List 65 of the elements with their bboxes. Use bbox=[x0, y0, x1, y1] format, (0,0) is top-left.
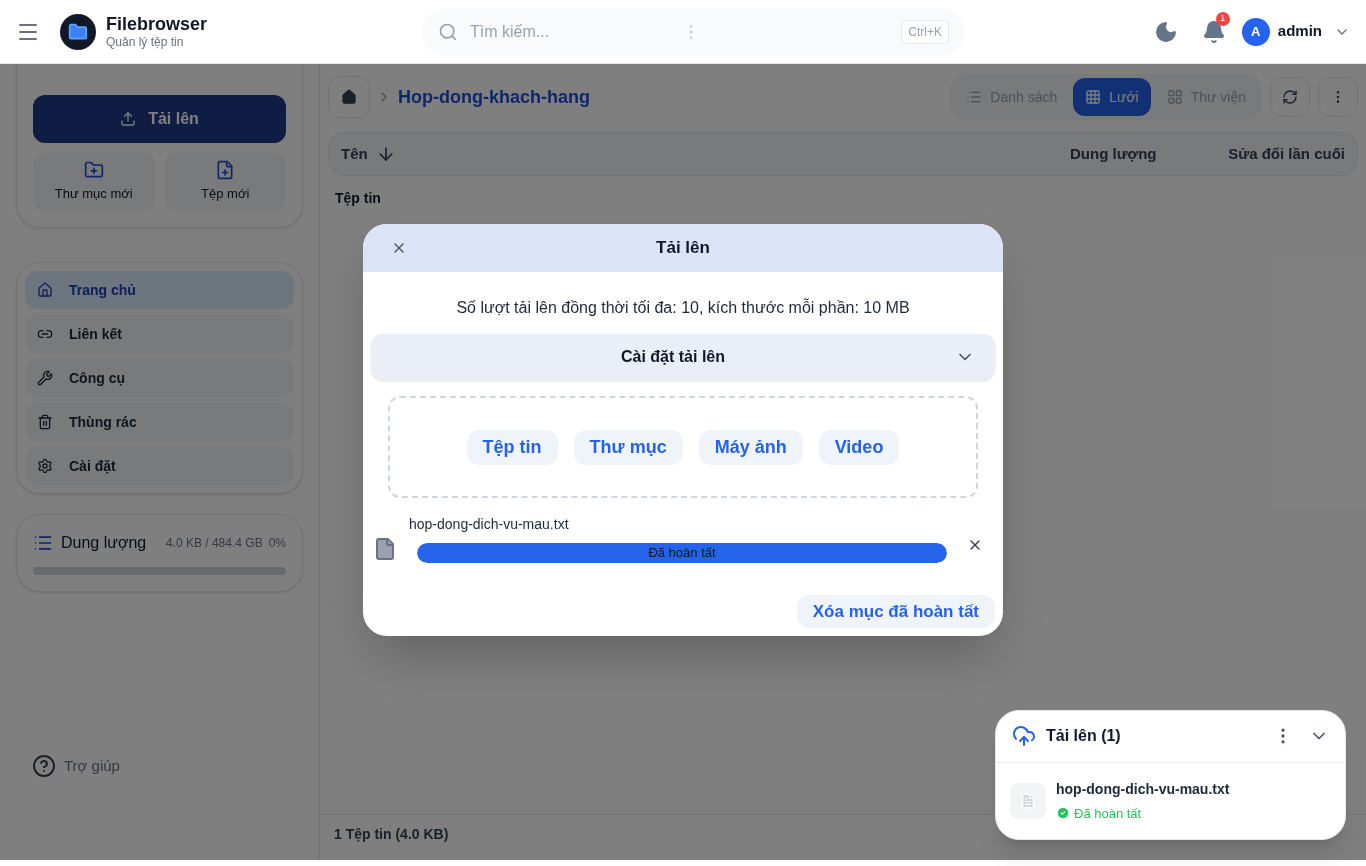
upload-icon bbox=[120, 111, 137, 127]
status-text: 1 Tệp tin (4.0 KB) bbox=[334, 825, 449, 844]
folder-plus-icon bbox=[83, 160, 104, 181]
storage-icon bbox=[33, 533, 53, 553]
column-header[interactable]: Dung lượng bbox=[1070, 142, 1220, 166]
storage-percent: 0% bbox=[268, 535, 286, 552]
list-icon bbox=[966, 89, 983, 105]
gallery-icon bbox=[1166, 89, 1183, 105]
file-icon bbox=[373, 536, 397, 561]
settings-accordion[interactable]: Cài đặt tải lên bbox=[371, 334, 995, 380]
dialog-title: Tải lên bbox=[656, 237, 710, 260]
file-plus-icon bbox=[215, 160, 236, 181]
check-icon bbox=[1056, 806, 1070, 821]
breadcrumb-link[interactable]: Hop-dong-khach-hang bbox=[398, 83, 590, 111]
nav-item[interactable]: Thùng rác bbox=[25, 403, 294, 441]
panel-title: Tải lên (1) bbox=[1046, 726, 1121, 747]
file-name: hop-dong-dich-vu-mau.txt bbox=[1056, 779, 1230, 799]
search-icon bbox=[438, 21, 459, 42]
home-button[interactable] bbox=[328, 76, 370, 118]
grid-icon bbox=[1085, 89, 1102, 105]
nav-item[interactable]: Trang chủ bbox=[25, 271, 294, 309]
user-avatar[interactable]: A bbox=[1241, 17, 1270, 46]
bell-icon[interactable] bbox=[1201, 19, 1226, 44]
nav-item[interactable]: Công cụ bbox=[25, 359, 294, 397]
notification-badge: 1 bbox=[1215, 11, 1230, 26]
app-logo bbox=[60, 13, 96, 50]
view-tab[interactable]: Lưới bbox=[1073, 78, 1151, 116]
clear-completed-button[interactable]: Xóa mục đã hoàn tất bbox=[796, 595, 995, 628]
refresh-button[interactable] bbox=[1270, 77, 1310, 117]
help-icon[interactable] bbox=[32, 754, 56, 778]
nav-item[interactable]: Cài đặt bbox=[25, 447, 294, 485]
moon-icon[interactable] bbox=[1153, 19, 1178, 44]
refresh-icon bbox=[1282, 89, 1298, 105]
search-input[interactable]: Tìm kiếm... bbox=[470, 19, 682, 44]
user-name[interactable]: admin bbox=[1277, 20, 1322, 43]
source-button[interactable]: Thư mục bbox=[573, 429, 683, 465]
help-link[interactable]: Trợ giúp bbox=[64, 754, 120, 778]
settings-icon bbox=[37, 458, 53, 474]
storage-usage: 4.0 KB / 484.4 GB bbox=[165, 535, 263, 552]
action-button[interactable]: Tệp mới bbox=[164, 153, 286, 211]
shortcut-key: Ctrl+K bbox=[901, 19, 950, 44]
upload-button[interactable]: Tải lên bbox=[33, 95, 286, 143]
action-button[interactable]: Thư mục mới bbox=[33, 153, 155, 211]
upload-limits-text: Số lượt tải lên đồng thời tối đa: 10, kích thước mỗi phần: 10 MB bbox=[455, 297, 911, 318]
home-icon bbox=[341, 89, 357, 105]
file-thumbnail bbox=[1010, 782, 1046, 819]
file-name: hop-dong-dich-vu-mau.txt bbox=[409, 515, 570, 534]
cloud-upload-icon bbox=[1012, 724, 1036, 749]
trash-icon bbox=[37, 414, 53, 430]
search-bar[interactable]: Tìm kiếm... Ctrl+K bbox=[422, 7, 966, 56]
storage-label: Dung lượng bbox=[61, 533, 147, 553]
column-header[interactable]: Tên bbox=[341, 142, 1070, 166]
source-button[interactable]: Máy ảnh bbox=[698, 429, 803, 465]
nav-item[interactable]: Liên kết bbox=[25, 315, 294, 353]
drop-zone[interactable]: Tệp tin Thư mục Máy ảnh Video bbox=[388, 396, 978, 498]
wrench-icon bbox=[37, 370, 53, 386]
upload-status: Đã hoàn tất bbox=[1074, 804, 1142, 823]
app-subtitle: Quản lý tệp tin bbox=[106, 35, 185, 51]
source-button[interactable]: Tệp tin bbox=[466, 429, 558, 465]
source-button[interactable]: Video bbox=[818, 429, 900, 465]
column-header[interactable]: Sửa đổi lần cuối bbox=[1220, 142, 1345, 166]
progress-status: Đã hoàn tất bbox=[647, 544, 717, 563]
app-title: Filebrowser bbox=[106, 12, 208, 36]
section-label: Tệp tin bbox=[335, 189, 382, 208]
home-icon bbox=[37, 282, 53, 298]
